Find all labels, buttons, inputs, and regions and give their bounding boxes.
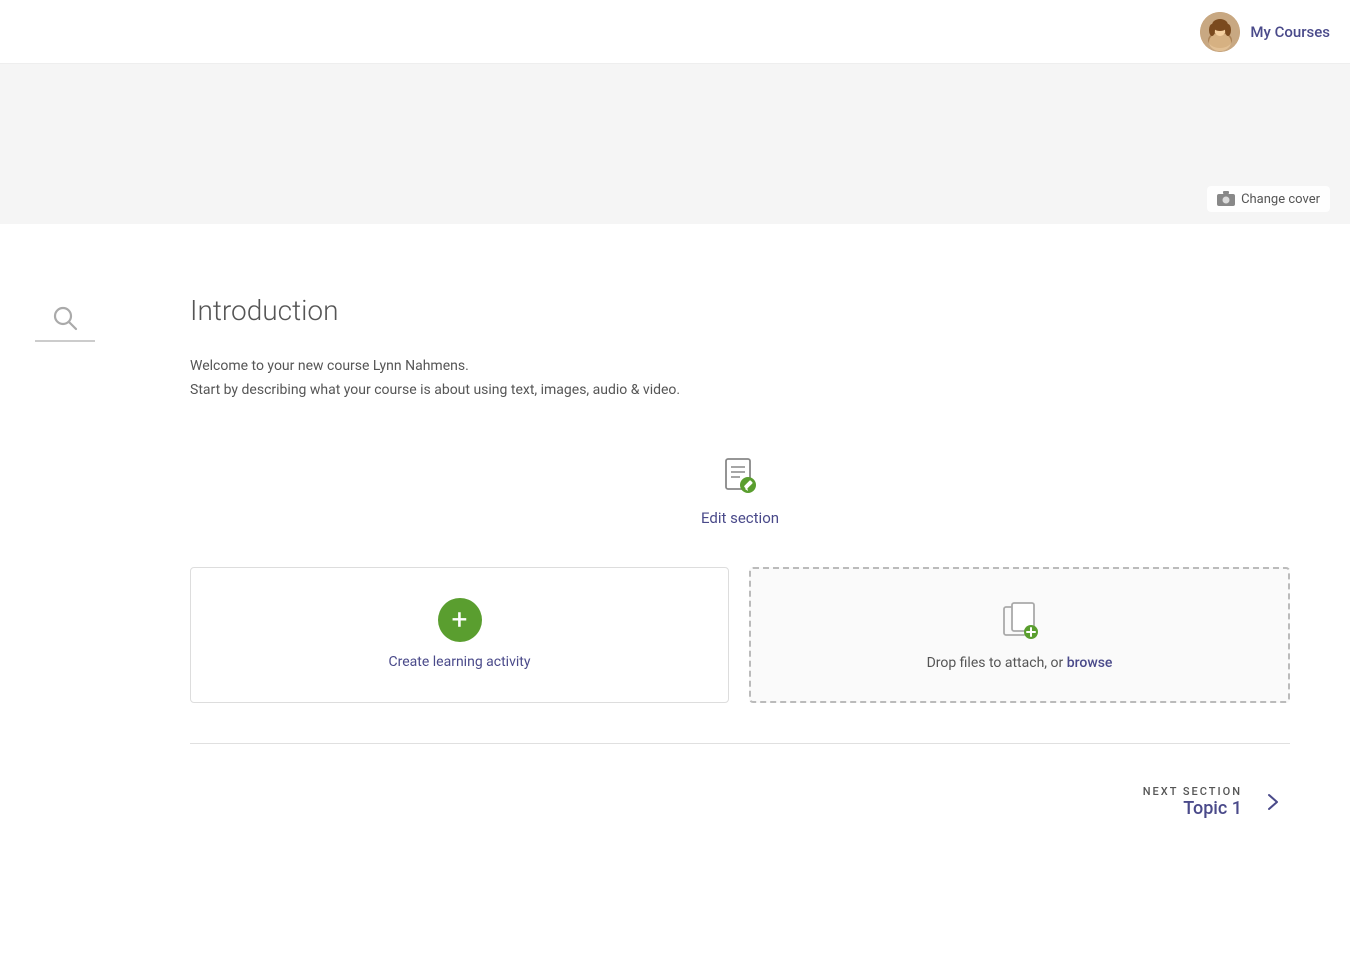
next-section-nav[interactable]: NEXT SECTION Topic 1 — [190, 784, 1290, 820]
next-section-label: NEXT SECTION — [1143, 785, 1242, 798]
intro-text: Welcome to your new course Lynn Nahmens.… — [190, 355, 1290, 403]
plus-icon: + — [438, 598, 482, 642]
top-bar: My Courses — [0, 0, 1350, 64]
next-section-topic: Topic 1 — [1143, 798, 1242, 819]
edit-section-icon — [716, 453, 764, 501]
action-cards: + Create learning activity Drop files to… — [190, 567, 1290, 703]
avatar — [1200, 12, 1240, 52]
section-title: Introduction — [190, 294, 1290, 327]
avatar-image — [1200, 12, 1240, 52]
change-cover-button[interactable]: Change cover — [1207, 186, 1330, 212]
search-icon — [51, 304, 79, 332]
section-divider — [190, 743, 1290, 744]
drop-files-text: Drop files to attach, or browse — [927, 655, 1113, 671]
chevron-right-icon — [1254, 784, 1290, 820]
sidebar — [0, 224, 130, 342]
drop-files-card[interactable]: Drop files to attach, or browse — [749, 567, 1290, 703]
edit-section-label: Edit section — [701, 509, 779, 527]
drop-files-icon — [998, 599, 1042, 643]
next-section-text: NEXT SECTION Topic 1 — [1143, 785, 1242, 819]
camera-icon — [1217, 191, 1235, 207]
browse-link[interactable]: browse — [1067, 655, 1113, 671]
create-activity-label: Create learning activity — [389, 654, 531, 670]
search-button[interactable] — [35, 304, 95, 342]
my-courses-link[interactable]: My Courses — [1200, 12, 1330, 52]
create-activity-card[interactable]: + Create learning activity — [190, 567, 729, 703]
edit-section-button[interactable]: Edit section — [701, 453, 779, 527]
edit-section-container: Edit section — [190, 453, 1290, 527]
main-content: Introduction Welcome to your new course … — [130, 224, 1350, 860]
my-courses-label: My Courses — [1250, 23, 1330, 41]
drop-text-before: Drop files to attach, or — [927, 655, 1067, 671]
intro-line-2: Start by describing what your course is … — [190, 379, 1290, 403]
intro-line-1: Welcome to your new course Lynn Nahmens. — [190, 355, 1290, 379]
change-cover-label: Change cover — [1241, 192, 1320, 207]
cover-area: Change cover — [0, 64, 1350, 224]
